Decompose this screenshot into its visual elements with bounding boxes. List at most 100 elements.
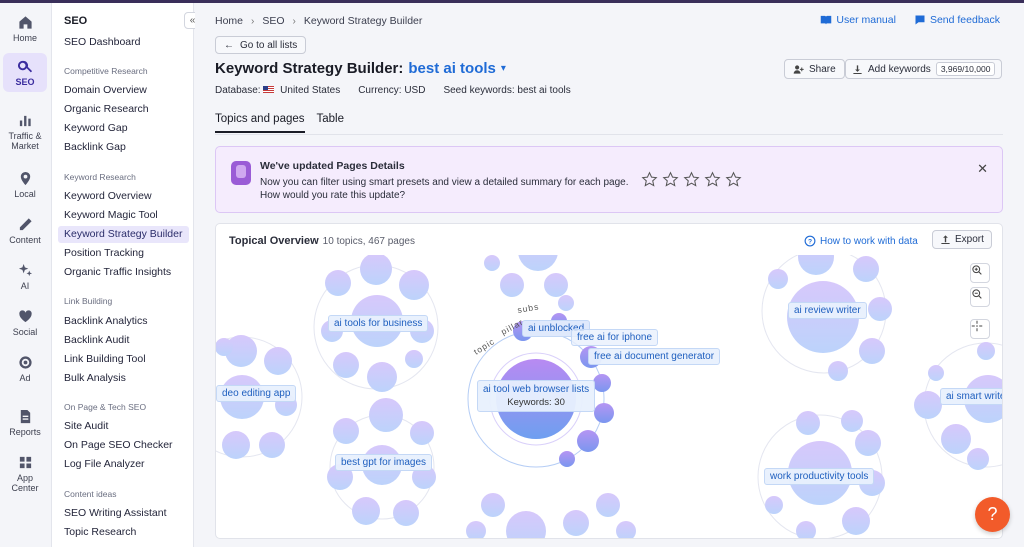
pen-icon xyxy=(19,218,32,231)
target-icon xyxy=(18,356,32,369)
question-circle-icon: ? xyxy=(804,235,816,247)
chat-bubble-icon xyxy=(915,15,925,25)
sidebar-item-keyword-overview[interactable]: Keyword Overview xyxy=(58,188,189,205)
chevron-down-icon[interactable]: ▾ xyxy=(501,63,506,74)
star-icon[interactable] xyxy=(704,171,721,188)
page-title: Keyword Strategy Builder: best ai tools … xyxy=(215,60,506,77)
help-button[interactable]: ? xyxy=(975,497,1010,532)
topic-label-video-editing[interactable]: deo editing app xyxy=(216,385,297,402)
share-button[interactable]: Share xyxy=(784,59,845,79)
arc-label-subs: subs xyxy=(517,301,540,315)
topic-label-business[interactable]: ai tools for business xyxy=(328,315,429,332)
notice-illustration-icon xyxy=(231,161,251,185)
seo-sidebar: SEO « SEO Dashboard Competitive Research… xyxy=(52,3,201,547)
zoom-out-icon xyxy=(972,289,982,299)
bubble-map-svg: topic pillar subs xyxy=(216,255,1003,538)
sidebar-group-title: Content ideas xyxy=(64,489,117,499)
crosshair-icon xyxy=(971,320,983,332)
arc-label-topic: topic xyxy=(472,336,497,357)
update-notice: We've updated Pages Details Now you can … xyxy=(215,146,1003,213)
sidebar-item-on-page-seo-checker[interactable]: On Page SEO Checker xyxy=(58,437,189,454)
grid-icon xyxy=(19,456,31,469)
sidebar-item-bulk-analysis[interactable]: Bulk Analysis xyxy=(58,370,189,387)
bar-chart-icon xyxy=(19,115,31,127)
sidebar-item-position-tracking[interactable]: Position Tracking xyxy=(58,245,189,262)
close-notice-button[interactable]: ✕ xyxy=(977,161,988,177)
zoom-out-button[interactable] xyxy=(970,287,990,307)
rail-traffic-market[interactable]: Traffic & Market xyxy=(3,113,47,151)
star-icon[interactable] xyxy=(683,171,700,188)
sidebar-item-keyword-strategy-builder[interactable]: Keyword Strategy Builder xyxy=(58,226,189,243)
topic-label-smart-write[interactable]: ai smart write xyxy=(940,388,1002,405)
topic-label-web-browser-lists[interactable]: ai tool web browser lists Keywords: 30 xyxy=(477,380,596,412)
notice-body: Now you can filter using smart presets a… xyxy=(260,177,629,188)
breadcrumb-home[interactable]: Home xyxy=(215,15,243,27)
topic-cluster-smart-write[interactable] xyxy=(914,342,1003,470)
recenter-button[interactable] xyxy=(970,319,990,339)
sidebar-group-title: Keyword Research xyxy=(64,172,136,182)
breadcrumb-seo[interactable]: SEO xyxy=(262,15,284,27)
icon-rail: Home SEO Traffic & Market Local Content … xyxy=(0,3,52,547)
tab-topics-and-pages[interactable]: Topics and pages xyxy=(215,113,305,133)
add-keywords-button[interactable]: Add keywords 3,969/10,000 xyxy=(845,59,1003,79)
sidebar-item-seo-dashboard[interactable]: SEO Dashboard xyxy=(58,34,189,51)
rail-seo[interactable]: SEO xyxy=(3,53,47,92)
topic-label-review-writer[interactable]: ai review writer xyxy=(788,302,867,319)
sidebar-item-organic-research[interactable]: Organic Research xyxy=(58,101,189,118)
keyword-list-selector[interactable]: best ai tools xyxy=(408,60,496,77)
rail-ai[interactable]: AI xyxy=(3,263,47,291)
tab-divider xyxy=(215,134,1003,135)
topic-label-productivity[interactable]: work productivity tools xyxy=(764,468,875,485)
how-to-work-with-data-link[interactable]: ? How to work with data xyxy=(804,235,918,247)
document-icon xyxy=(20,409,30,424)
sidebar-item-site-audit[interactable]: Site Audit xyxy=(58,418,189,435)
chevron-right-icon: › xyxy=(292,15,296,27)
sidebar-heading: SEO xyxy=(64,15,88,27)
topic-label-document-generator[interactable]: free ai document generator xyxy=(588,348,721,365)
user-manual-link[interactable]: User manual xyxy=(820,14,896,26)
rail-social[interactable]: Social xyxy=(3,309,47,337)
seed-keywords-info: Seed keywords: best ai tools xyxy=(443,85,571,96)
sidebar-item-organic-traffic-insights[interactable]: Organic Traffic Insights xyxy=(58,264,189,281)
sidebar-item-backlink-audit[interactable]: Backlink Audit xyxy=(58,332,189,349)
notice-title: We've updated Pages Details xyxy=(260,160,405,172)
sidebar-item-domain-overview[interactable]: Domain Overview xyxy=(58,82,189,99)
sidebar-item-link-building-tool[interactable]: Link Building Tool xyxy=(58,351,189,368)
sidebar-item-keyword-magic-tool[interactable]: Keyword Magic Tool xyxy=(58,207,189,224)
sidebar-item-keyword-gap[interactable]: Keyword Gap xyxy=(58,120,189,137)
sidebar-item-backlink-gap[interactable]: Backlink Gap xyxy=(58,139,189,156)
heart-icon xyxy=(18,310,32,323)
topic-label-free-ai-iphone[interactable]: free ai for iphone xyxy=(571,329,659,346)
home-icon xyxy=(18,16,32,29)
topic-bubble-map[interactable]: topic pillar subs deo editing app ai too… xyxy=(216,255,1003,538)
rail-ad[interactable]: Ad xyxy=(3,355,47,383)
star-icon[interactable] xyxy=(641,171,658,188)
star-icon[interactable] xyxy=(725,171,742,188)
sidebar-group-title: Competitive Research xyxy=(64,66,148,76)
rail-app-center[interactable]: App Center xyxy=(3,455,47,493)
rail-reports[interactable]: Reports xyxy=(3,409,47,437)
sidebar-item-topic-research[interactable]: Topic Research xyxy=(58,524,189,541)
sidebar-item-log-file-analyzer[interactable]: Log File Analyzer xyxy=(58,456,189,473)
zoom-in-button[interactable] xyxy=(970,263,990,283)
database-info: Database: United States xyxy=(215,85,341,96)
top-links: User manual Send feedback xyxy=(820,14,1000,26)
sidebar-item-seo-writing-assistant[interactable]: SEO Writing Assistant xyxy=(58,505,189,522)
zoom-in-icon xyxy=(972,265,982,275)
breadcrumb: Home › SEO › Keyword Strategy Builder xyxy=(215,15,422,27)
topic-label-gpt-images[interactable]: best gpt for images xyxy=(335,454,433,471)
rail-local[interactable]: Local xyxy=(3,171,47,199)
rail-content[interactable]: Content xyxy=(3,217,47,245)
currency-info: Currency: USD xyxy=(358,85,426,96)
download-icon xyxy=(853,64,862,74)
topical-overview-panel: Topical Overview 10 topics, 467 pages ? H… xyxy=(215,223,1003,539)
sidebar-item-backlink-analytics[interactable]: Backlink Analytics xyxy=(58,313,189,330)
go-to-all-lists-button[interactable]: ← Go to all lists xyxy=(215,36,307,54)
rail-home[interactable]: Home xyxy=(3,15,47,43)
send-feedback-link[interactable]: Send feedback xyxy=(914,14,1000,26)
notice-question: How would you rate this update? xyxy=(260,190,406,201)
tab-table[interactable]: Table xyxy=(317,113,345,133)
export-button[interactable]: Export xyxy=(932,230,992,249)
star-icon[interactable] xyxy=(662,171,679,188)
location-pin-icon xyxy=(20,171,30,186)
